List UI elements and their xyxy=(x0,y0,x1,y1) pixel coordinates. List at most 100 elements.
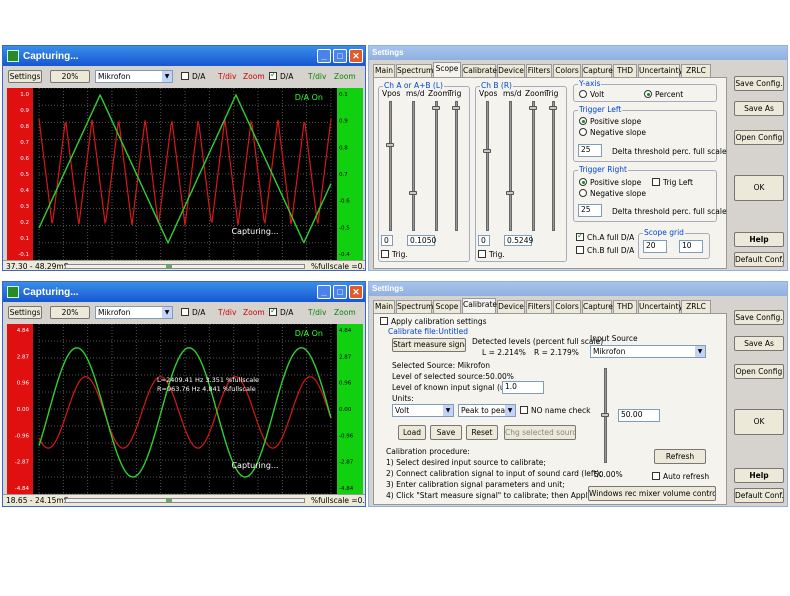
tab-thd[interactable]: THD xyxy=(613,300,637,313)
maximize-button[interactable]: □ xyxy=(333,49,347,63)
tab-scope[interactable]: Scope xyxy=(433,62,461,77)
ok-button[interactable]: OK xyxy=(734,409,784,435)
trig-left-checkbox[interactable] xyxy=(652,178,660,186)
chb-full-da-checkbox[interactable] xyxy=(576,246,584,254)
tab-uncertainty[interactable]: Uncertainty xyxy=(638,300,683,313)
start-measure-button[interactable]: Start measure signal xyxy=(392,338,466,352)
settings-button[interactable]: Settings xyxy=(8,70,42,83)
tab-uncertainty[interactable]: Uncertainty xyxy=(638,64,683,77)
tab-spectrum[interactable]: Spectrum xyxy=(396,64,433,77)
load-button[interactable]: Load xyxy=(398,425,426,440)
zoom-left-label[interactable]: Zoom xyxy=(243,72,265,81)
zoom-percent-button[interactable]: 20% xyxy=(50,306,90,319)
grid-y-spinner[interactable]: 10 xyxy=(679,240,703,253)
delta-left-spinner[interactable]: 25 xyxy=(578,144,602,157)
tab-main[interactable]: Main xyxy=(373,300,395,313)
tab-colors[interactable]: Colors xyxy=(553,64,581,77)
chevron-down-icon[interactable]: ▼ xyxy=(162,307,172,318)
tab-device[interactable]: Device xyxy=(497,64,525,77)
save-as-button[interactable]: Save As xyxy=(734,101,784,116)
tab-calibrate[interactable]: Calibrate xyxy=(462,298,497,313)
chevron-down-icon[interactable]: ▼ xyxy=(443,405,453,416)
horizontal-scrollbar[interactable] xyxy=(65,498,305,503)
chg-selected-source-button[interactable]: Chg selected source xyxy=(504,425,576,440)
tab-calibrate[interactable]: Calibrate xyxy=(462,64,497,77)
percent-radio[interactable] xyxy=(644,90,652,98)
open-config-button[interactable]: Open Config xyxy=(734,130,784,145)
close-button[interactable]: ✕ xyxy=(349,285,363,299)
da-right-checkbox[interactable] xyxy=(269,306,277,316)
da-left-checkbox[interactable] xyxy=(181,308,189,316)
peak-select[interactable]: Peak to peak ▼ xyxy=(458,404,516,417)
tab-device[interactable]: Device xyxy=(497,300,525,313)
help-button[interactable]: Help xyxy=(734,468,784,483)
default-conf-button[interactable]: Default Conf. xyxy=(734,488,784,503)
tab-capture[interactable]: Capture xyxy=(582,300,613,313)
tdiv-left-label[interactable]: T/div xyxy=(218,308,236,317)
grid-x-spinner[interactable]: 20 xyxy=(643,240,667,253)
title-bar[interactable]: Capturing... _ □ ✕ xyxy=(3,46,365,66)
chevron-down-icon[interactable]: ▼ xyxy=(695,346,705,357)
chb-vpos-value[interactable]: 0 xyxy=(478,235,490,246)
minimize-button[interactable]: _ xyxy=(317,285,331,299)
zoom-right-label[interactable]: Zoom xyxy=(334,72,356,81)
ok-button[interactable]: OK xyxy=(734,175,784,201)
tab-filters[interactable]: Filters xyxy=(526,64,552,77)
zoom-left-label[interactable]: Zoom xyxy=(243,308,265,317)
vpos-thumb-b[interactable] xyxy=(483,149,491,153)
cha-value[interactable]: 0.1050 xyxy=(407,235,436,246)
no-name-check-checkbox[interactable] xyxy=(520,406,528,414)
chevron-down-icon[interactable]: ▼ xyxy=(505,405,515,416)
tab-scope[interactable]: Scope xyxy=(433,300,461,313)
tdiv-left-label[interactable]: T/div xyxy=(218,72,236,81)
oscilloscope-display[interactable]: 4.84 2.87 0.96 0.00 -0.96 -2.87 -4.84 4.84 2.87 0… xyxy=(7,324,363,494)
zoom-percent-button[interactable]: 20% xyxy=(50,70,90,83)
tdiv-right-label[interactable]: T/div xyxy=(308,308,326,317)
zoom-right-label[interactable]: Zoom xyxy=(334,308,356,317)
tab-spectrum[interactable]: Spectrum xyxy=(396,300,433,313)
da-left-checkbox[interactable] xyxy=(181,72,189,80)
chb-value[interactable]: 0.5249 xyxy=(504,235,533,246)
trig-a-checkbox[interactable] xyxy=(381,250,389,258)
trig-thumb-b[interactable] xyxy=(549,106,557,110)
negative-slope-right-radio[interactable] xyxy=(579,189,587,197)
tab-zrlc[interactable]: ZRLC xyxy=(681,300,711,313)
save-config-button[interactable]: Save Config. xyxy=(734,76,784,91)
cha-full-da-checkbox[interactable] xyxy=(576,231,584,241)
input-level-thumb[interactable] xyxy=(601,413,609,417)
da-right-checkbox[interactable] xyxy=(269,70,277,80)
trig-thumb-a[interactable] xyxy=(452,106,460,110)
positive-slope-right-radio[interactable] xyxy=(579,178,587,186)
chevron-down-icon[interactable]: ▼ xyxy=(162,71,172,82)
trig-b-checkbox[interactable] xyxy=(478,250,486,258)
tdiv-right-label[interactable]: T/div xyxy=(308,72,326,81)
positive-slope-left-radio[interactable] xyxy=(579,117,587,125)
title-bar[interactable]: Capturing... _ □ ✕ xyxy=(3,282,365,302)
zoom-slider-b[interactable] xyxy=(532,101,535,231)
help-button[interactable]: Help xyxy=(734,232,784,247)
close-button[interactable]: ✕ xyxy=(349,49,363,63)
apply-calibration-checkbox[interactable] xyxy=(380,317,388,325)
msd-thumb-a[interactable] xyxy=(409,191,417,195)
horizontal-scrollbar[interactable] xyxy=(65,264,305,269)
trig-slider-b[interactable] xyxy=(552,101,555,231)
cha-vpos-value[interactable]: 0 xyxy=(381,235,393,246)
minimize-button[interactable]: _ xyxy=(317,49,331,63)
save-config-button[interactable]: Save Config. xyxy=(734,310,784,325)
windows-mixer-button[interactable]: Windows rec mixer volume control xyxy=(588,486,716,501)
tab-zrlc[interactable]: ZRLC xyxy=(681,64,711,77)
volt-radio[interactable] xyxy=(579,90,587,98)
negative-slope-left-radio[interactable] xyxy=(579,128,587,136)
tab-filters[interactable]: Filters xyxy=(526,300,552,313)
slider-value[interactable]: 50.00 xyxy=(618,409,660,422)
zoom-slider-a[interactable] xyxy=(435,101,438,231)
vpos-thumb-a[interactable] xyxy=(386,143,394,147)
delta-right-spinner[interactable]: 25 xyxy=(578,204,602,217)
tab-main[interactable]: Main xyxy=(373,64,395,77)
tab-capture[interactable]: Capture xyxy=(582,64,613,77)
refresh-button[interactable]: Refresh xyxy=(654,449,706,464)
source-select[interactable]: Mikrofon ▼ xyxy=(95,70,173,83)
open-config-button[interactable]: Open Config xyxy=(734,364,784,379)
msd-thumb-b[interactable] xyxy=(506,191,514,195)
source-select[interactable]: Mikrofon ▼ xyxy=(95,306,173,319)
